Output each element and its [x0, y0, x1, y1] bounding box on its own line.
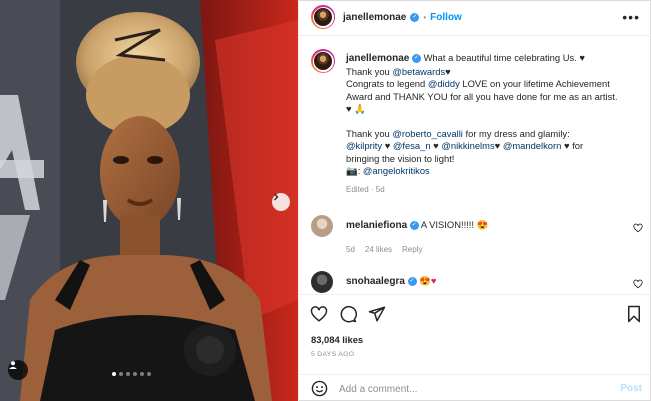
header-author-row: janellemonae ✓ • Follow: [343, 12, 462, 23]
carousel-dot: [126, 372, 130, 376]
comment-item: snohaalegra ✓ 😍♥: [299, 271, 651, 294]
photo-illustration: [0, 0, 298, 401]
verified-icon: ✓: [409, 221, 419, 231]
share-icon[interactable]: [368, 305, 386, 323]
comment-input[interactable]: [339, 381, 609, 397]
verified-icon: ✓: [411, 54, 421, 64]
caption-line: bringing the vision to light!: [346, 152, 455, 164]
mention-link[interactable]: @roberto_cavalli: [392, 128, 463, 139]
caption-line: What a beautiful time celebrating Us.: [423, 52, 577, 63]
carousel-dot: [119, 372, 123, 376]
black-heart-icon: ♥: [433, 140, 439, 151]
caption-text: for my dress and glamily:: [462, 127, 570, 139]
post-header: janellemonae ✓ • Follow •••: [299, 0, 651, 36]
black-heart-icon: ♥: [346, 103, 352, 114]
user-tag-icon: [9, 361, 17, 369]
add-comment-bar: Post: [299, 374, 651, 401]
mention-link[interactable]: @betawards: [392, 66, 445, 77]
reply-button[interactable]: Reply: [402, 245, 422, 254]
caption-text: LOVE on your lifetime Achievement: [459, 78, 610, 89]
caption-text: Thank you: [346, 127, 393, 139]
carousel-dot: [112, 372, 116, 376]
hands-icon: 🙏: [354, 103, 366, 114]
comment-item: melaniefiona ✓ A VISION!!!!! 😍 5d 24 lik…: [299, 215, 651, 261]
heart-icon[interactable]: [310, 305, 328, 323]
comments-scroll-area[interactable]: janellemonae ✓ What a beautiful time cel…: [299, 37, 651, 294]
black-heart-icon: ♥: [384, 140, 391, 151]
heart-eyes-emoji-icon: 😍: [476, 219, 489, 230]
header-dot-separator: •: [423, 13, 427, 22]
more-icon[interactable]: •••: [622, 10, 640, 24]
post-caption: janellemonae ✓ What a beautiful time cel…: [346, 52, 636, 196]
mention-link[interactable]: @nikkinelms: [441, 140, 494, 151]
carousel-dot: [147, 372, 151, 376]
verified-icon: ✓: [407, 277, 417, 287]
mention-link[interactable]: @angelokritikos: [363, 165, 430, 176]
comment-heart-icon[interactable]: [633, 279, 643, 289]
comment-username[interactable]: snohaalegra: [346, 276, 405, 287]
commenter-avatar[interactable]: [311, 215, 333, 237]
bookmark-icon[interactable]: [625, 305, 643, 323]
mention-link[interactable]: @kilprity: [346, 140, 382, 151]
post-comment-button[interactable]: Post: [620, 383, 642, 394]
user-tags-button[interactable]: [8, 360, 28, 380]
comment-body: melaniefiona ✓ A VISION!!!!! 😍: [346, 219, 488, 231]
comment-icon[interactable]: [339, 305, 357, 323]
header-username[interactable]: janellemonae: [343, 12, 406, 23]
comment-age: 5d: [346, 245, 355, 254]
mention-link[interactable]: @fesa_n: [393, 140, 431, 151]
caption-avatar[interactable]: [311, 49, 335, 73]
follow-button[interactable]: Follow: [430, 12, 462, 23]
caption-username[interactable]: janellemonae: [346, 53, 409, 64]
verified-icon: ✓: [410, 13, 420, 22]
camera-icon: 📷: [346, 165, 358, 176]
comment-meta: 5d 24 likes Reply: [346, 245, 422, 254]
post-side-panel: janellemonae ✓ • Follow ••• janellemonae…: [298, 0, 651, 401]
comment-text: A VISION!!!!!: [420, 219, 474, 230]
author-avatar[interactable]: [311, 5, 335, 29]
carousel-dot: [133, 372, 137, 376]
red-heart-icon: ♥: [430, 275, 437, 286]
caption-line: Award and THANK YOU for all you have don…: [346, 90, 618, 102]
mention-link[interactable]: @mandelkorn: [503, 140, 562, 151]
mention-link[interactable]: @diddy: [428, 78, 460, 89]
caption-text: for: [569, 140, 584, 151]
post-photo[interactable]: [0, 0, 298, 401]
emoji-icon[interactable]: [311, 380, 328, 397]
comment-likes[interactable]: 24 likes: [365, 245, 392, 254]
black-heart-icon: ♥: [445, 65, 451, 77]
comment-username[interactable]: melaniefiona: [346, 220, 407, 231]
caption-text: Congrats to legend: [346, 78, 428, 89]
carousel-indicator: [112, 372, 151, 376]
edited-timestamp: Edited · 5d: [346, 184, 385, 194]
heart-eyes-emoji-icon: 😍: [419, 275, 431, 286]
comment-body: snohaalegra ✓ 😍♥: [346, 275, 436, 287]
chevron-right-icon: [274, 193, 279, 201]
caption-text: Thank you: [346, 65, 393, 77]
likes-count[interactable]: 83,084 likes: [311, 334, 363, 345]
comment-heart-icon[interactable]: [633, 223, 643, 233]
post-timestamp: 5 DAYS AGO: [311, 351, 355, 358]
black-heart-icon: ♥: [494, 140, 501, 151]
black-heart-icon: ♥: [579, 52, 585, 63]
carousel-next-button[interactable]: [272, 193, 290, 211]
commenter-avatar[interactable]: [311, 271, 333, 293]
carousel-dot: [140, 372, 144, 376]
post-actions: 83,084 likes 5 DAYS AGO: [299, 294, 651, 372]
